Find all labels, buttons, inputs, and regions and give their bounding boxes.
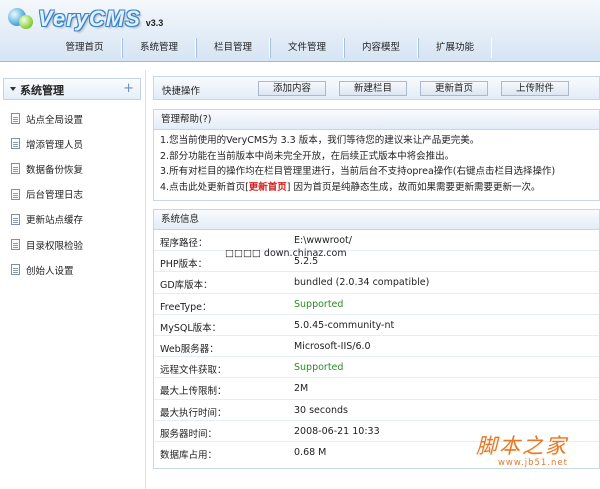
quick-actions-label: 快捷操作: [162, 86, 201, 97]
info-value: 0.68 M: [294, 446, 327, 458]
system-info-table: 程序路径： E:\wwwroot/ PHP版本： 5.2.5 GD库版本： bu…: [154, 230, 599, 463]
new-column-button[interactable]: 新建栏目: [339, 81, 407, 96]
update-home-link[interactable]: 更新首页: [249, 182, 287, 193]
table-row: PHP版本： 5.2.5: [154, 251, 599, 273]
sidebar-item-admin-log[interactable]: 后台管理日志: [11, 182, 83, 207]
sidebar-item-label: 站点全局设置: [26, 114, 84, 126]
sidebar-item-label: 创始人设置: [26, 265, 74, 277]
table-row: 最大上传限制： 2M: [154, 378, 599, 400]
quick-actions-bar: 快捷操作 添加内容 新建栏目 更新首页 上传附件: [153, 76, 600, 100]
info-value: 2M: [294, 383, 309, 395]
sidebar-header[interactable]: 系统管理 +: [3, 78, 141, 100]
nav-home[interactable]: 管理首页: [48, 38, 122, 58]
nav-content-model[interactable]: 内容模型: [344, 38, 418, 58]
table-row: Web服务器： Microsoft-IIS/6.0: [154, 336, 599, 358]
site-watermark: 脚本之家 www.jb51.net: [476, 430, 568, 468]
logo-icon: [6, 6, 36, 32]
sidebar-item-site-settings[interactable]: 站点全局设置: [11, 106, 83, 131]
help-line-4: 4.点击此处更新首页[更新首页] 因为首页是纯静态生成，故而如果需要更新需要更新…: [154, 180, 599, 196]
info-key: PHP版本：: [160, 259, 208, 271]
sidebar: 系统管理 + 站点全局设置 增添管理人员 数据备份恢复 后台管理日志 更新站点缓…: [0, 70, 146, 489]
document-icon: [11, 188, 20, 200]
help-line-2: 2.部分功能在当前版本中尚未完全开放，在后续正式版本中将会推出。: [160, 150, 455, 162]
expand-plus-icon[interactable]: +: [123, 81, 134, 96]
nav-files[interactable]: 文件管理: [270, 38, 344, 58]
document-icon: [11, 163, 20, 175]
info-value: Microsoft-IIS/6.0: [294, 340, 371, 352]
sidebar-item-add-admin[interactable]: 增添管理人员: [11, 131, 83, 156]
document-icon: [11, 264, 20, 276]
info-key: 服务器时间：: [160, 428, 218, 440]
system-info-title: 系统信息: [154, 210, 599, 230]
logo[interactable]: VeryCMS v3.3: [6, 4, 163, 32]
document-icon: [11, 213, 20, 225]
document-icon: [11, 113, 20, 125]
sidebar-item-founder-settings[interactable]: 创始人设置: [11, 257, 83, 282]
update-home-button[interactable]: 更新首页: [420, 81, 488, 96]
info-key: 程序路径：: [160, 238, 208, 249]
logo-text: VeryCMS: [38, 6, 141, 31]
overlay-watermark-text: □□□□ down.chinaz.com: [225, 248, 347, 259]
version-label: v3.3: [145, 18, 164, 28]
table-row: 最大执行时间： 30 seconds: [154, 400, 599, 421]
help-line-1: 1.您当前使用的VeryCMS为 3.3 版本，我们等待您的建议来让产品更完美。: [160, 135, 480, 146]
sidebar-item-permission-check[interactable]: 目录权限检验: [11, 232, 83, 257]
top-header: VeryCMS v3.3 管理首页 系统管理 栏目管理 文件管理 内容模型 扩展…: [0, 0, 600, 62]
main-nav: 管理首页 系统管理 栏目管理 文件管理 内容模型 扩展功能: [48, 38, 492, 58]
info-value-supported: Supported: [294, 298, 344, 310]
sidebar-item-label: 目录权限检验: [26, 240, 84, 252]
info-key: 最大上传限制：: [160, 386, 227, 398]
document-icon: [11, 239, 20, 251]
info-value: E:\wwwroot/: [294, 235, 352, 246]
sidebar-item-label: 后台管理日志: [26, 190, 84, 202]
info-key: MySQL版本：: [160, 322, 222, 334]
collapse-triangle-icon: [10, 87, 16, 91]
info-key: 最大执行时间：: [160, 407, 227, 419]
sidebar-item-backup[interactable]: 数据备份恢复: [11, 156, 83, 181]
sidebar-list: 站点全局设置 增添管理人员 数据备份恢复 后台管理日志 更新站点缓存 目录权限检…: [11, 106, 83, 282]
help-line-4-suffix: ] 因为首页是纯静态生成，故而如果需要更新需要更新一次。: [286, 181, 541, 193]
sidebar-item-label: 增添管理人员: [26, 139, 84, 151]
sidebar-item-label: 数据备份恢复: [26, 164, 84, 176]
add-content-button[interactable]: 添加内容: [258, 81, 326, 96]
table-row: FreeType： Supported: [154, 294, 599, 315]
help-panel-title[interactable]: 管理帮助(?): [154, 110, 599, 130]
info-key: GD库版本：: [160, 280, 213, 292]
table-row: 程序路径： E:\wwwroot/: [154, 230, 599, 252]
table-row: MySQL版本： 5.0.45-community-nt: [154, 315, 599, 336]
sidebar-item-update-cache[interactable]: 更新站点缓存: [11, 207, 83, 232]
nav-columns[interactable]: 栏目管理: [196, 38, 270, 58]
sidebar-item-label: 更新站点缓存: [26, 215, 84, 227]
table-row: GD库版本： bundled (2.0.34 compatible): [154, 272, 599, 294]
info-key: FreeType：: [160, 301, 212, 313]
nav-system[interactable]: 系统管理: [122, 38, 196, 58]
help-panel: 管理帮助(?) 1.您当前使用的VeryCMS为 3.3 版本，我们等待您的建议…: [153, 109, 600, 201]
info-value: 30 seconds: [294, 404, 348, 416]
info-key: 数据库占用：: [160, 449, 218, 461]
info-value: 2008-06-21 10:33: [294, 425, 380, 437]
info-value-supported: Supported: [294, 362, 344, 374]
info-key: 远程文件获取：: [160, 365, 227, 377]
nav-extensions[interactable]: 扩展功能: [418, 38, 492, 58]
document-icon: [11, 138, 20, 150]
help-line-4-prefix: 4.点击此处更新首页[: [160, 181, 249, 193]
upload-attachment-button[interactable]: 上传附件: [501, 81, 569, 96]
sidebar-title: 系统管理: [20, 84, 64, 97]
info-value: 5.0.45-community-nt: [294, 319, 395, 331]
info-key: Web服务器：: [160, 343, 219, 355]
help-line-3: 3.所有对栏目的操作均在栏目管理里进行，当前后台不支持oprea操作(右键点击栏…: [160, 166, 556, 177]
info-value: bundled (2.0.34 compatible): [294, 277, 430, 289]
watermark-chinese: 脚本之家: [476, 434, 568, 458]
table-row: 远程文件获取： Supported: [154, 357, 599, 379]
